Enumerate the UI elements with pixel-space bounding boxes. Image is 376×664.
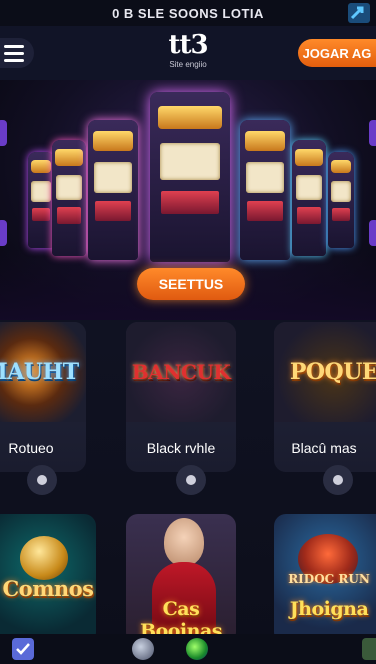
game-title: Blacû mas xyxy=(291,440,357,456)
side-arrow-icon[interactable] xyxy=(0,220,7,246)
globe-icon[interactable] xyxy=(132,638,154,660)
hero-cta-button[interactable]: SEETTUS xyxy=(137,268,245,300)
play-icon[interactable] xyxy=(27,465,57,495)
side-arrow-icon[interactable] xyxy=(0,120,7,146)
slot-machine-icon xyxy=(88,120,138,260)
game-card-casino[interactable]: Comnos xyxy=(0,514,96,644)
dealer-avatar xyxy=(164,518,204,566)
game-card-live-casino[interactable]: Cas Booinas xyxy=(126,514,236,644)
top-banner: 0 B SLE SOONS LOTIA xyxy=(0,0,376,26)
game-title: Rotueo xyxy=(8,440,54,456)
game-card-poker[interactable]: POQUE Blacû mas xyxy=(274,322,376,472)
game-art: MAUHT xyxy=(0,322,86,422)
slot-machine-icon xyxy=(328,152,354,248)
bottom-bar xyxy=(0,634,376,664)
slot-machine-icon xyxy=(240,120,290,260)
game-card-blackjack[interactable]: BANCUK Black rvhle xyxy=(126,322,236,472)
game-card-slots[interactable]: RIDOC RUN Jhoigna xyxy=(274,514,376,644)
green-orb-icon[interactable] xyxy=(186,638,208,660)
game-title: Black rvhle xyxy=(146,440,216,456)
hero-banner: SEETTUS xyxy=(0,80,376,320)
game-art: POQUE xyxy=(274,322,376,422)
game-art: BANCUK xyxy=(126,322,236,422)
site-header: tt3 Sit⁠e engiio JOGAR AG xyxy=(0,26,376,80)
share-arrow-icon[interactable] xyxy=(348,3,370,23)
app-screen: 0 B SLE SOONS LOTIA tt3 Sit⁠e engiio JOG… xyxy=(0,0,376,664)
slot-machine-icon xyxy=(28,152,54,248)
top-banner-text: 0 B SLE SOONS LOTIA xyxy=(112,5,264,21)
slot-machine-icon xyxy=(292,140,326,256)
side-arrow-icon[interactable] xyxy=(369,120,376,146)
slot-machine-icon xyxy=(52,140,86,256)
game-card-roulette[interactable]: MAUHT Rotueo xyxy=(0,322,86,472)
checkbox-icon[interactable] xyxy=(12,638,34,660)
grid-icon[interactable] xyxy=(362,638,376,660)
play-icon[interactable] xyxy=(176,465,206,495)
game-art-top: RIDOC RUN xyxy=(288,572,370,586)
play-icon[interactable] xyxy=(323,465,353,495)
play-now-button[interactable]: JOGAR AG xyxy=(298,39,376,67)
trophy-icon xyxy=(20,536,68,580)
side-arrow-icon[interactable] xyxy=(369,220,376,246)
slot-machine-icon xyxy=(150,92,230,262)
